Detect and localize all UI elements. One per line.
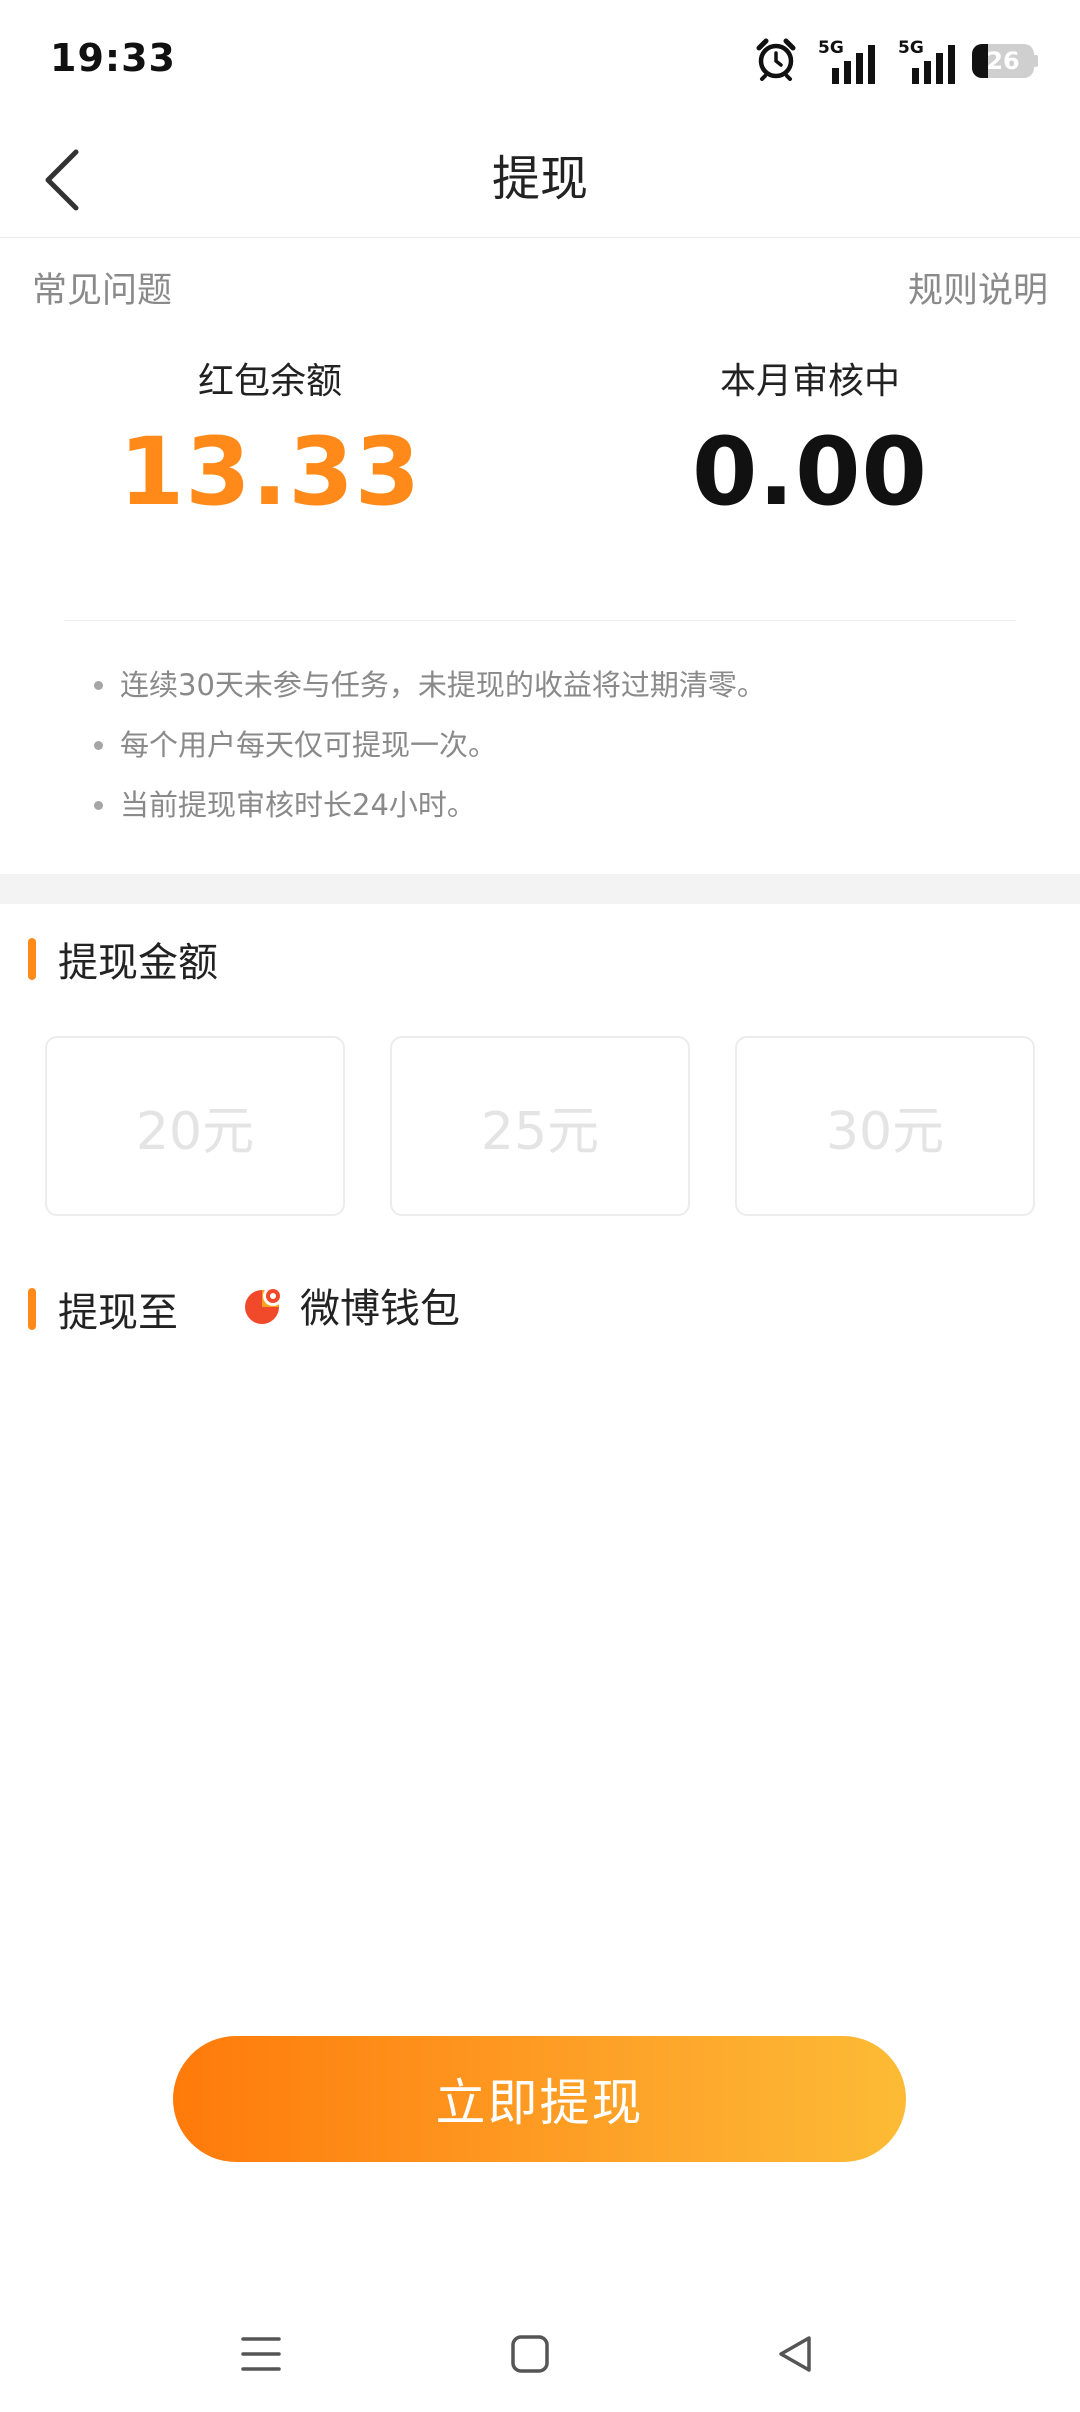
status-bar: 19:33 5G 5G 26 <box>0 0 1080 120</box>
rules-link[interactable]: 规则说明 <box>908 262 1048 313</box>
target-section-header: 提现至 <box>28 1280 178 1338</box>
signal-5g-icon-2: 5G <box>892 38 958 84</box>
home-square-icon <box>511 2335 549 2373</box>
back-button[interactable] <box>22 140 102 220</box>
amount-section-header: 提现金额 <box>28 930 218 988</box>
red-packet-balance-value: 13.33 <box>118 418 422 527</box>
page-title: 提现 <box>491 151 588 207</box>
battery-level: 26 <box>986 47 1020 75</box>
section-divider <box>0 874 1080 904</box>
weibo-wallet-option[interactable]: 微博钱包 <box>244 1276 460 1334</box>
nav-bar: 提现 <box>0 120 1080 238</box>
wallet-name: 微博钱包 <box>300 1286 460 1332</box>
weibo-wallet-icon <box>245 1286 283 1324</box>
section-accent-bar <box>28 1288 36 1330</box>
chevron-left-icon <box>45 149 79 211</box>
system-nav-bar <box>0 2300 1080 2412</box>
status-time: 19:33 <box>50 36 176 80</box>
reviewing-value: 0.00 <box>692 418 928 527</box>
tips-list: 连续30天未参与任务，未提现的收益将过期清零。 每个用户每天仅可提现一次。 当前… <box>92 660 1012 840</box>
withdraw-button[interactable]: 立即提现 <box>173 2036 906 2162</box>
section-accent-bar <box>28 938 36 980</box>
withdraw-button-label: 立即提现 <box>435 2074 644 2132</box>
status-icons: 5G 5G 26 <box>754 36 1038 86</box>
signal-5g-icon: 5G <box>812 38 878 84</box>
amount-option-20[interactable]: 20元 <box>45 1036 345 1216</box>
withdraw-page: 19:33 5G 5G 26 提现 常见问题 规则说明 红包余额 13.33 本… <box>0 0 1080 2412</box>
menu-icon <box>241 2337 281 2371</box>
menu-button[interactable] <box>226 2324 296 2384</box>
target-section-title: 提现至 <box>58 1290 178 1336</box>
amount-option-label: 25元 <box>480 1101 600 1162</box>
red-packet-balance-label: 红包余额 <box>197 361 342 402</box>
amount-option-25[interactable]: 25元 <box>390 1036 690 1216</box>
amount-section-title: 提现金额 <box>58 940 218 986</box>
triangle-back-icon <box>779 2336 811 2372</box>
tip-item: 连续30天未参与任务，未提现的收益将过期清零。 <box>92 660 1012 720</box>
tip-item: 当前提现审核时长24小时。 <box>92 780 1012 840</box>
battery-icon: 26 <box>972 44 1038 78</box>
faq-link[interactable]: 常见问题 <box>32 262 172 313</box>
amount-option-label: 30元 <box>825 1101 945 1162</box>
alarm-icon <box>754 37 798 85</box>
tip-item: 每个用户每天仅可提现一次。 <box>92 720 1012 780</box>
divider <box>64 620 1016 621</box>
amount-option-label: 20元 <box>135 1101 255 1162</box>
amount-option-30[interactable]: 30元 <box>735 1036 1035 1216</box>
reviewing-label: 本月审核中 <box>719 361 900 402</box>
system-back-button[interactable] <box>760 2324 830 2384</box>
home-button[interactable] <box>495 2324 565 2384</box>
